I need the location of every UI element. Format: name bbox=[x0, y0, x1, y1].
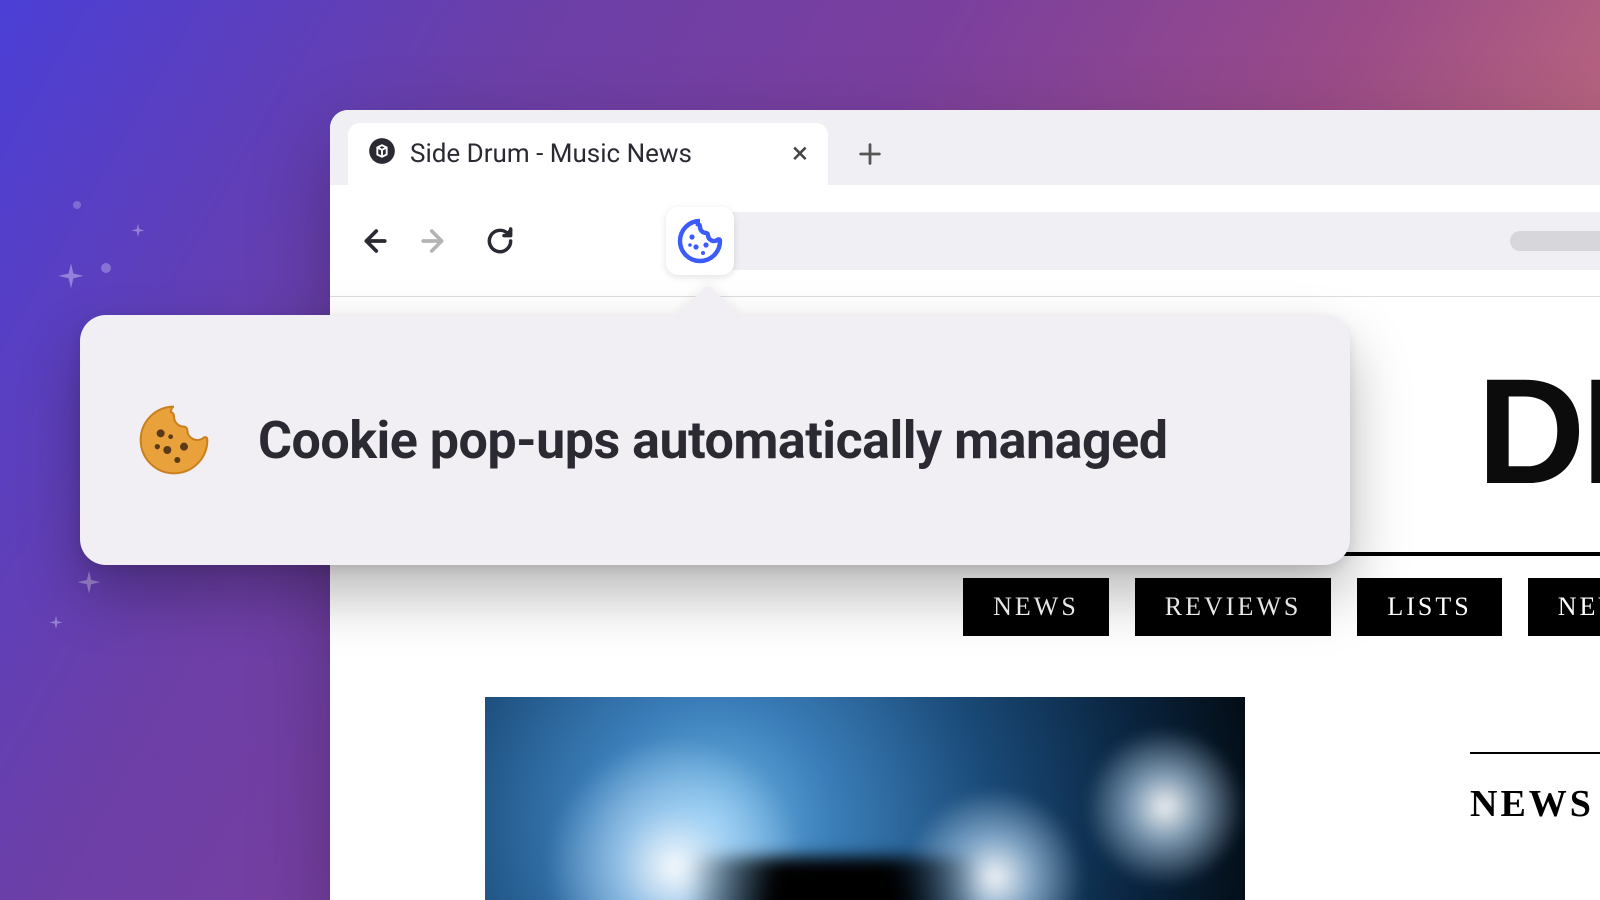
cookie-callout: Cookie pop-ups automatically managed bbox=[80, 315, 1350, 565]
tab-strip: Side Drum - Music News × bbox=[330, 110, 1600, 185]
nav-item-lists[interactable]: LISTS bbox=[1357, 578, 1501, 636]
nav-item-news[interactable]: NEWS bbox=[963, 578, 1109, 636]
sparkle-icon bbox=[128, 222, 148, 242]
sparkle-icon bbox=[52, 260, 90, 298]
browser-tab[interactable]: Side Drum - Music News × bbox=[348, 123, 828, 185]
url-bar[interactable] bbox=[674, 212, 1600, 270]
tab-close-icon[interactable]: × bbox=[792, 139, 808, 169]
cookie-protection-badge[interactable] bbox=[666, 207, 734, 275]
sparkle-dot-icon bbox=[100, 262, 112, 274]
new-tab-button[interactable] bbox=[840, 123, 900, 185]
sparkle-icon bbox=[46, 614, 66, 634]
nav-item-newsletter[interactable]: NEWSLET bbox=[1528, 578, 1600, 636]
reload-button[interactable] bbox=[480, 221, 520, 261]
sparkle-icon bbox=[72, 568, 106, 602]
url-placeholder bbox=[1510, 231, 1600, 251]
site-brand: DRU bbox=[1477, 345, 1600, 518]
cookie-icon bbox=[134, 400, 214, 480]
article-hero-image bbox=[485, 697, 1245, 900]
sidebar-heading: NEWS bbox=[1470, 752, 1600, 826]
background-gradient: Side Drum - Music News × bbox=[0, 0, 1600, 900]
tab-favicon-icon bbox=[368, 137, 396, 172]
tab-title: Side Drum - Music News bbox=[410, 139, 692, 169]
callout-message: Cookie pop-ups automatically managed bbox=[258, 410, 1168, 471]
forward-button[interactable] bbox=[416, 221, 456, 261]
nav-item-reviews[interactable]: REVIEWS bbox=[1135, 578, 1332, 636]
browser-toolbar bbox=[330, 185, 1600, 297]
sparkle-dot-icon bbox=[72, 200, 82, 210]
back-button[interactable] bbox=[352, 221, 392, 261]
